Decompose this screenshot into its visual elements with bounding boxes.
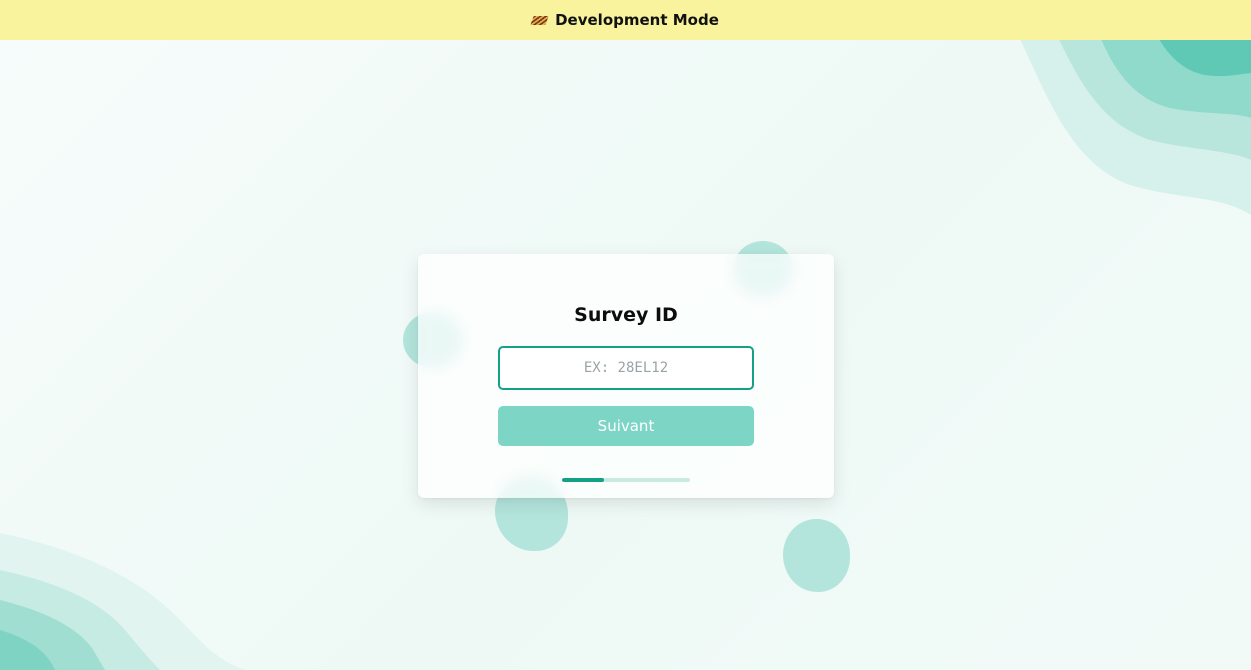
progress-fill bbox=[562, 478, 605, 482]
survey-id-input[interactable] bbox=[498, 346, 754, 390]
page-title: Survey ID bbox=[574, 304, 678, 326]
decorative-blob bbox=[783, 519, 850, 592]
development-mode-banner: Development Mode bbox=[0, 0, 1251, 40]
next-button[interactable]: Suivant bbox=[498, 406, 754, 446]
survey-id-card: Survey ID Suivant bbox=[418, 254, 834, 498]
construction-stripes-icon bbox=[530, 15, 549, 25]
progress-bar bbox=[562, 478, 690, 482]
development-mode-label: Development Mode bbox=[555, 11, 719, 29]
